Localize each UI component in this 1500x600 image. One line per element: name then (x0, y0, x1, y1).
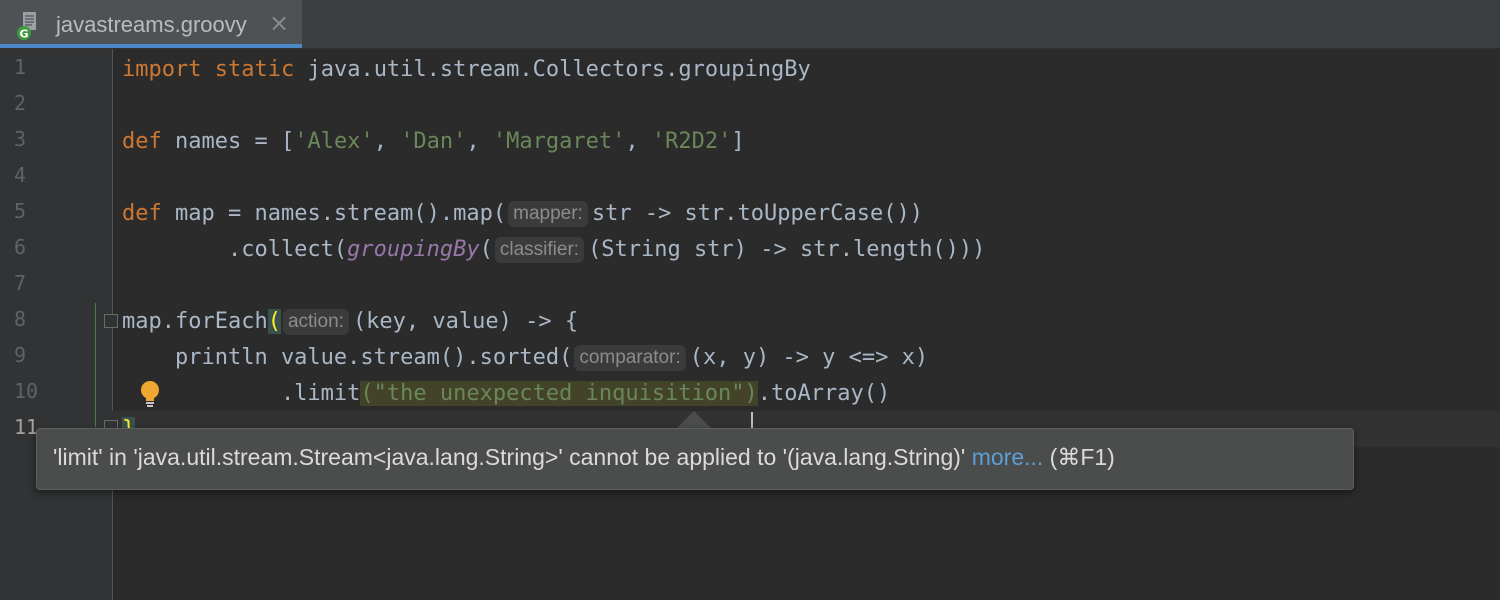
tab-javastreams-groovy[interactable]: G javastreams.groovy × (0, 0, 302, 48)
code-text: , (625, 129, 652, 154)
code-text: (key, value) -> { (352, 309, 579, 334)
code-text: map = names.stream().map( (161, 201, 507, 226)
tooltip-message: 'limit' in 'java.util.stream.Stream<java… (53, 444, 972, 470)
keyword: def (122, 129, 162, 154)
code-line-1[interactable]: import static java.util.stream.Collector… (122, 52, 811, 88)
line-number: 10 (14, 379, 39, 403)
line-number: 4 (14, 163, 27, 187)
tab-title: javastreams.groovy (56, 12, 247, 37)
code-text: ] (731, 129, 745, 154)
code-text: , (466, 129, 493, 154)
code-line-9[interactable]: println value.stream().sorted(comparator… (122, 340, 928, 376)
error-tooltip: 'limit' in 'java.util.stream.Stream<java… (36, 428, 1354, 490)
keyword: static (214, 57, 295, 82)
groovy-file-icon: G (17, 12, 36, 41)
code-text: , (373, 129, 401, 154)
line-number: 5 (14, 199, 27, 223)
code-text: map.forEach (122, 309, 268, 334)
line-number: 3 (14, 127, 27, 151)
string-literal: 'Dan' (400, 129, 467, 154)
close-icon[interactable]: × (268, 10, 290, 36)
line-number: 1 (14, 55, 27, 79)
line-number: 7 (14, 271, 27, 295)
code-line-6[interactable]: .collect(groupingBy(classifier: (String s… (122, 232, 985, 268)
string-literal: 'Margaret' (492, 129, 626, 154)
string-literal: 'R2D2' (651, 129, 732, 154)
line-number: 9 (14, 343, 27, 367)
code-text: java.util.stream.Collectors.groupingBy (294, 57, 811, 82)
keyword: import (122, 57, 202, 82)
line-number: 2 (14, 91, 27, 115)
parameter-hint: mapper: (508, 201, 588, 227)
file-icon-letter: G (19, 28, 28, 41)
code-text: str -> str.toUpperCase()) (591, 201, 923, 226)
code-text: (x, y) -> y <=> x) (689, 345, 929, 370)
code-text: .limit (122, 381, 361, 406)
code-text: ( (479, 237, 493, 262)
static-method: groupingBy (347, 237, 480, 262)
tooltip-shortcut: (⌘F1) (1043, 444, 1115, 470)
line-number: 6 (14, 235, 27, 259)
parameter-hint: classifier: (494, 237, 585, 263)
tooltip-message-line: 'limit' in 'java.util.stream.Stream<java… (53, 444, 1115, 471)
string-literal: 'Alex' (294, 129, 374, 154)
keyword: def (122, 201, 162, 226)
code-line-8[interactable]: map.forEach(action: (key, value) -> { (122, 304, 578, 340)
code-text: names = [ (161, 129, 295, 154)
code-line-10[interactable]: .limit("the unexpected inquisition").toA… (122, 376, 890, 412)
line-number: 8 (14, 307, 27, 331)
error-highlight-argument[interactable]: ("the unexpected inquisition") (360, 381, 758, 406)
editor-tab-bar: G javastreams.groovy × (0, 0, 1500, 49)
code-line-3[interactable]: def names = ['Alex', 'Dan', 'Margaret', … (122, 124, 745, 160)
more-link[interactable]: more... (972, 444, 1044, 470)
code-text: (String str) -> str.length())) (588, 237, 986, 262)
tooltip-arrow (676, 411, 712, 429)
code-line-5[interactable]: def map = names.stream().map(mapper: str … (122, 196, 923, 232)
fold-guide-line (95, 303, 96, 427)
code-text: .toArray() (757, 381, 891, 406)
code-text: .collect( (122, 237, 348, 262)
fold-collapse-icon[interactable] (104, 314, 118, 328)
parameter-hint: action: (282, 309, 349, 335)
matched-brace: ( (267, 309, 281, 334)
parameter-hint: comparator: (574, 345, 686, 371)
code-text: println value.stream().sorted( (122, 345, 573, 370)
